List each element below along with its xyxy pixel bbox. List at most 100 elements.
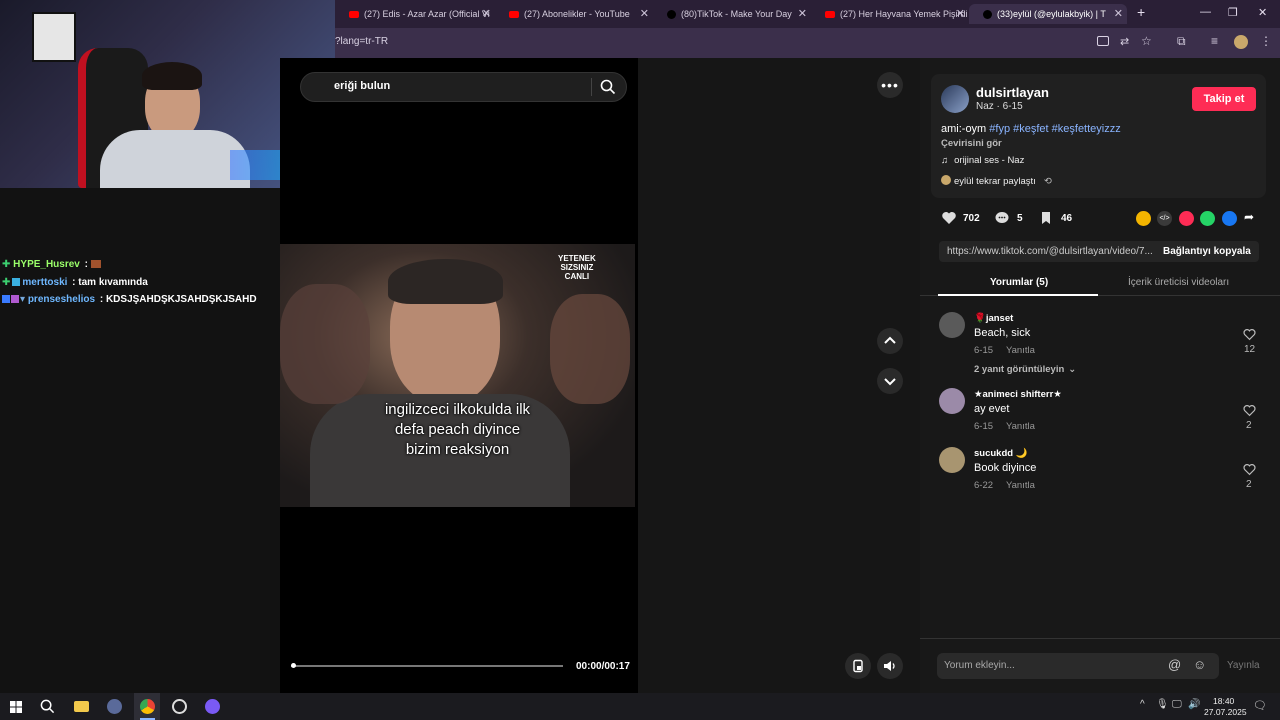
tab-creator-videos[interactable]: İçerik üreticisi videoları bbox=[1128, 277, 1229, 288]
translate-icon[interactable]: ⇄ bbox=[1120, 35, 1129, 48]
facebook-icon[interactable] bbox=[1222, 211, 1237, 226]
close-icon[interactable]: ✕ bbox=[482, 7, 491, 20]
chevron-down-icon bbox=[884, 378, 896, 386]
youtube-icon bbox=[349, 10, 359, 18]
profile-avatar[interactable] bbox=[1234, 35, 1248, 49]
mention-icon[interactable]: @ bbox=[1168, 657, 1181, 672]
url-text: ?lang=tr-TR bbox=[335, 36, 389, 47]
reply-button[interactable]: Yanıtla bbox=[1006, 345, 1035, 356]
commenter-name[interactable]: sucukdd 🌙 bbox=[974, 448, 1028, 459]
comment-date: 6-15 bbox=[974, 421, 994, 432]
comment-placeholder: Yorum ekleyin... bbox=[944, 660, 1015, 671]
progress-handle[interactable] bbox=[291, 663, 296, 668]
volume-button[interactable] bbox=[877, 653, 903, 679]
previous-video-button[interactable] bbox=[877, 328, 903, 354]
browser-menu-icon[interactable]: ⋮ bbox=[1260, 34, 1272, 48]
browser-tab-active[interactable]: (33)eylül (@eylulakbyik) | T ✕ bbox=[969, 4, 1127, 24]
commenter-avatar[interactable] bbox=[939, 312, 965, 338]
commenter-avatar[interactable] bbox=[939, 447, 965, 473]
heart-icon bbox=[942, 212, 956, 224]
file-explorer-icon[interactable] bbox=[74, 701, 89, 712]
clock-time[interactable]: 18:40 bbox=[1213, 696, 1234, 706]
video-frame[interactable]: YETENEK SIZSINIZ CANLI bbox=[280, 244, 635, 507]
share-arrow-icon[interactable]: ➦ bbox=[1244, 210, 1254, 224]
close-icon[interactable]: ✕ bbox=[1114, 7, 1123, 20]
embed-icon[interactable]: </> bbox=[1157, 211, 1172, 226]
like-count[interactable]: 702 bbox=[941, 210, 980, 226]
chevron-up-icon bbox=[884, 336, 896, 344]
commenter-name[interactable]: 🌹janset bbox=[974, 313, 1013, 324]
app-icon[interactable] bbox=[205, 699, 220, 714]
address-bar[interactable]: ?lang=tr-TR ⇄ ☆ ⧉ ≡ ⋮ bbox=[335, 28, 1280, 58]
search-icon[interactable] bbox=[600, 79, 616, 95]
more-options-button[interactable]: ••• bbox=[877, 72, 903, 98]
bookmark-star-icon[interactable]: ☆ bbox=[1141, 34, 1152, 48]
video-link: https://www.tiktok.com/@dulsirtlayan/vid… bbox=[947, 246, 1153, 257]
tray-chevron-icon[interactable]: ^ bbox=[1140, 699, 1145, 710]
follow-button[interactable]: Takip et bbox=[1192, 87, 1256, 111]
send-to-friends-icon[interactable] bbox=[1179, 211, 1194, 226]
comment-like-icon[interactable] bbox=[1243, 404, 1256, 417]
reply-button[interactable]: Yanıtla bbox=[1006, 480, 1035, 491]
author-avatar[interactable] bbox=[941, 85, 969, 113]
chrome-icon[interactable] bbox=[140, 699, 155, 714]
close-icon[interactable]: ✕ bbox=[798, 7, 807, 20]
microphone-icon[interactable]: 🎙 bbox=[1156, 699, 1169, 710]
reposter-avatar bbox=[941, 175, 951, 185]
save-count[interactable]: 46 bbox=[1038, 210, 1072, 226]
browser-tab[interactable]: (27) Her Hayvana Yemek Pişirdi ✕ bbox=[811, 4, 969, 24]
translate-link[interactable]: Çevirisini gör bbox=[941, 138, 1002, 149]
browser-tab[interactable]: (27) Abonelikler - YouTube ✕ bbox=[495, 4, 653, 24]
commenter-name[interactable]: ★animeci shifterr★ bbox=[974, 389, 1062, 400]
comment-date: 6-15 bbox=[974, 345, 994, 356]
active-tab-indicator bbox=[938, 294, 1098, 296]
search-icon[interactable] bbox=[40, 699, 55, 714]
obs-icon[interactable] bbox=[172, 699, 187, 714]
network-icon[interactable]: 🖵 bbox=[1172, 699, 1182, 710]
browser-tab[interactable]: (27) Edis - Azar Azar (Official Vi ✕ bbox=[335, 4, 495, 24]
close-window-icon[interactable]: ✕ bbox=[1258, 6, 1267, 19]
music-row[interactable]: ♫ orijinal ses - Naz bbox=[941, 155, 1024, 166]
comment-bubble-icon bbox=[995, 212, 1009, 223]
post-comment-button[interactable]: Yayınla bbox=[1227, 660, 1260, 671]
media-control-icon[interactable]: ≡ bbox=[1211, 34, 1218, 48]
progress-bar[interactable] bbox=[291, 665, 563, 667]
more-icon: ••• bbox=[881, 77, 899, 93]
music-note-icon: ♫ bbox=[941, 155, 949, 166]
extensions-icon[interactable]: ⧉ bbox=[1177, 34, 1186, 49]
video-time: 00:00/00:17 bbox=[576, 661, 630, 672]
whatsapp-icon[interactable] bbox=[1200, 211, 1215, 226]
wall-poster bbox=[32, 12, 76, 62]
app-icon[interactable] bbox=[107, 699, 122, 714]
windows-start-icon[interactable] bbox=[10, 701, 22, 713]
next-video-button[interactable] bbox=[877, 368, 903, 394]
author-username[interactable]: dulsirtlayan bbox=[976, 85, 1049, 100]
comment-like-icon[interactable] bbox=[1243, 463, 1256, 476]
copy-link-button[interactable]: Bağlantıyı kopyala bbox=[1163, 246, 1251, 257]
comment-like-icon[interactable] bbox=[1243, 328, 1256, 341]
comment-count[interactable]: 5 bbox=[994, 210, 1023, 226]
clock-date[interactable]: 27.07.2025 bbox=[1204, 707, 1247, 717]
minimize-icon[interactable]: — bbox=[1200, 6, 1211, 18]
browser-tab[interactable]: (80)TikTok - Make Your Day ✕ bbox=[653, 4, 811, 24]
close-icon[interactable]: ✕ bbox=[640, 7, 649, 20]
commenter-avatar[interactable] bbox=[939, 388, 965, 414]
comment-text: Beach, sick bbox=[974, 327, 1031, 339]
hashtags[interactable]: #fyp #keşfet #keşfetteyizzz bbox=[989, 123, 1120, 135]
mini-player-button[interactable] bbox=[845, 653, 871, 679]
notifications-icon[interactable]: 🗨 bbox=[1253, 699, 1267, 712]
restore-icon[interactable]: ❐ bbox=[1228, 6, 1238, 19]
emoji-icon[interactable]: ☺ bbox=[1193, 657, 1206, 672]
tiktok-icon bbox=[983, 9, 992, 19]
view-replies-button[interactable]: 2 yanıt görüntüleyin ⌄ bbox=[974, 364, 1076, 375]
youtube-icon bbox=[825, 10, 835, 18]
speaker-icon[interactable]: 🔊 bbox=[1188, 699, 1200, 710]
repost-share-icon[interactable] bbox=[1136, 211, 1151, 226]
close-icon[interactable]: ✕ bbox=[956, 7, 965, 20]
reply-button[interactable]: Yanıtla bbox=[1006, 421, 1035, 432]
post-description: ami:-oym #fyp #keşfet #keşfetteyizzz bbox=[941, 123, 1121, 135]
tab-comments[interactable]: Yorumlar (5) bbox=[990, 277, 1048, 288]
search-text: eriği bulun bbox=[334, 80, 391, 92]
new-tab-icon[interactable]: + bbox=[1137, 4, 1145, 20]
cast-icon[interactable] bbox=[1097, 36, 1109, 46]
